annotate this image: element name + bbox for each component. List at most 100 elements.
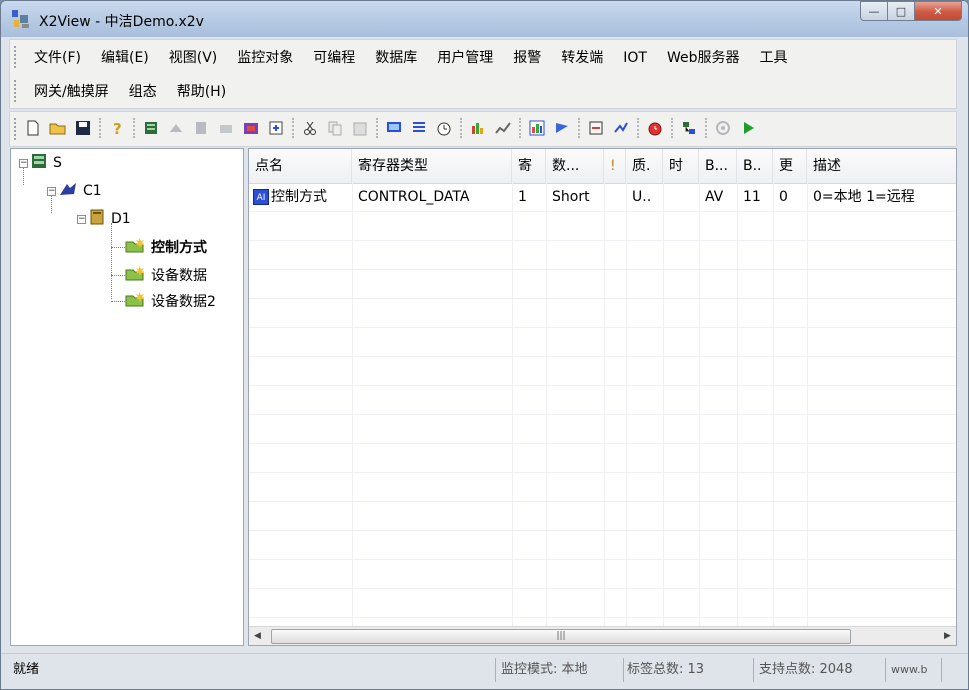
tree-node-channel[interactable]: − C1 bbox=[47, 180, 102, 202]
add-tag-icon[interactable] bbox=[217, 119, 235, 137]
graph-icon[interactable] bbox=[612, 119, 630, 137]
menu-database[interactable]: 数据库 bbox=[365, 45, 427, 71]
cut-icon[interactable] bbox=[301, 119, 319, 137]
title-bar[interactable]: X2View - 中洁Demo.x2v — □ ✕ bbox=[1, 1, 968, 37]
collapse-icon[interactable]: − bbox=[47, 186, 56, 196]
collapse-icon[interactable]: − bbox=[19, 158, 28, 168]
add-channel-icon[interactable] bbox=[167, 119, 185, 137]
minimize-icon: — bbox=[868, 4, 880, 18]
close-button[interactable]: ✕ bbox=[915, 1, 962, 21]
chart-icon[interactable] bbox=[553, 119, 571, 137]
export-icon[interactable] bbox=[587, 119, 605, 137]
column-header[interactable]: B.. bbox=[737, 149, 773, 183]
tree-node-group-device-data[interactable]: 设备数据 bbox=[125, 264, 207, 286]
empty-row bbox=[249, 444, 956, 473]
menu-iot[interactable]: IOT bbox=[613, 45, 657, 71]
toolbar-separator bbox=[99, 118, 102, 138]
tree-node-root[interactable]: − S bbox=[19, 152, 62, 174]
empty-row bbox=[249, 502, 956, 531]
column-header[interactable]: B... bbox=[699, 149, 737, 183]
table-row[interactable]: AI 控制方式 CONTROL_DATA 1 Short U.. AV 11 0… bbox=[249, 183, 956, 212]
menu-help[interactable]: 帮助(H) bbox=[167, 79, 236, 105]
scroll-right-icon[interactable]: ▶ bbox=[939, 627, 956, 645]
menu-programmable[interactable]: 可编程 bbox=[303, 45, 365, 71]
calc-icon[interactable] bbox=[528, 119, 546, 137]
monitor-icon[interactable] bbox=[385, 119, 403, 137]
copy-icon[interactable] bbox=[326, 119, 344, 137]
horizontal-scrollbar[interactable]: ◀ ||| ▶ bbox=[249, 626, 956, 645]
trend-icon[interactable] bbox=[494, 119, 512, 137]
menu-forwarder[interactable]: 转发端 bbox=[551, 45, 613, 71]
alarm-clock-icon[interactable] bbox=[646, 119, 664, 137]
menu-edit[interactable]: 编辑(E) bbox=[91, 45, 159, 71]
menu-grip[interactable] bbox=[14, 46, 19, 68]
menu-user-management[interactable]: 用户管理 bbox=[427, 45, 503, 71]
analog-point-icon: AI bbox=[253, 189, 269, 205]
toolbar-separator bbox=[519, 118, 522, 138]
toolbar-grip[interactable] bbox=[14, 118, 19, 140]
tree-node-group-control-mode[interactable]: 控制方式 bbox=[125, 236, 207, 258]
table-cell bbox=[604, 183, 626, 211]
menu-gateway-touchscreen[interactable]: 网关/触摸屏 bbox=[24, 79, 119, 105]
import-db-icon[interactable] bbox=[242, 119, 260, 137]
column-header[interactable]: 质. bbox=[626, 149, 663, 183]
open-folder-icon[interactable] bbox=[49, 119, 67, 137]
empty-row bbox=[249, 386, 956, 415]
add-server-icon[interactable] bbox=[142, 119, 160, 137]
scroll-left-icon[interactable]: ◀ bbox=[249, 627, 266, 645]
table-cell: 11 bbox=[743, 189, 761, 205]
column-header[interactable]: 点名 bbox=[249, 149, 352, 183]
maximize-button[interactable]: □ bbox=[888, 1, 915, 21]
empty-row bbox=[249, 212, 956, 241]
add-device-icon[interactable] bbox=[192, 119, 210, 137]
column-header[interactable]: 数... bbox=[546, 149, 604, 183]
save-icon[interactable] bbox=[74, 119, 92, 137]
device-icon bbox=[89, 209, 105, 229]
maximize-icon: □ bbox=[895, 4, 907, 18]
help-icon[interactable]: ? bbox=[108, 119, 126, 137]
menu-tools[interactable]: 工具 bbox=[750, 45, 798, 71]
column-header[interactable]: 寄 bbox=[512, 149, 546, 183]
disabled-gear-icon[interactable] bbox=[714, 119, 732, 137]
status-website: www.b bbox=[891, 663, 928, 676]
app-window: X2View - 中洁Demo.x2v — □ ✕ 文件(F) 编辑(E) 视图… bbox=[0, 0, 969, 690]
table-cell: U.. bbox=[632, 189, 652, 205]
properties-icon[interactable] bbox=[267, 119, 285, 137]
new-file-icon[interactable] bbox=[24, 119, 42, 137]
menu-configuration[interactable]: 组态 bbox=[119, 79, 167, 105]
tree-node-device[interactable]: − D1 bbox=[77, 208, 131, 230]
menu-web-server[interactable]: Web服务器 bbox=[657, 45, 750, 71]
column-header[interactable]: 更 bbox=[773, 149, 807, 183]
network-icon[interactable] bbox=[680, 119, 698, 137]
empty-row bbox=[249, 560, 956, 589]
point-name: 控制方式 bbox=[271, 189, 327, 205]
tree-label-group: 控制方式 bbox=[151, 240, 207, 256]
column-header[interactable]: 时 bbox=[663, 149, 699, 183]
table-cell: 0 bbox=[779, 189, 788, 205]
paste-icon[interactable] bbox=[351, 119, 369, 137]
minimize-button[interactable]: — bbox=[860, 1, 888, 21]
tree-node-group-device-data-2[interactable]: 设备数据2 bbox=[125, 290, 216, 312]
window-title: X2View - 中洁Demo.x2v bbox=[39, 14, 204, 30]
grid-header: 点名 寄存器类型 寄 数... ! 质. 时 B... B.. 更 描述 bbox=[249, 149, 956, 184]
column-header[interactable]: ! bbox=[604, 149, 626, 183]
run-icon[interactable] bbox=[739, 119, 757, 137]
menu-grip-2[interactable] bbox=[14, 80, 19, 102]
collapse-icon[interactable]: − bbox=[77, 214, 86, 224]
timer-icon[interactable] bbox=[435, 119, 453, 137]
list-view-icon[interactable] bbox=[410, 119, 428, 137]
column-header[interactable]: 描述 bbox=[807, 149, 956, 183]
scroll-thumb[interactable]: ||| bbox=[271, 629, 851, 644]
scroll-grip-icon: ||| bbox=[556, 631, 566, 641]
toolbar-separator bbox=[671, 118, 674, 138]
menu-view[interactable]: 视图(V) bbox=[159, 45, 228, 71]
column-header[interactable]: 寄存器类型 bbox=[352, 149, 512, 183]
tree-label-root: S bbox=[53, 155, 62, 171]
run-report-icon[interactable] bbox=[469, 119, 487, 137]
table-cell-name: AI 控制方式 bbox=[249, 183, 352, 211]
menu-monitor-objects[interactable]: 监控对象 bbox=[227, 45, 303, 71]
table-cell: CONTROL_DATA bbox=[358, 189, 470, 205]
empty-row bbox=[249, 299, 956, 328]
menu-alarm[interactable]: 报警 bbox=[503, 45, 551, 71]
menu-file[interactable]: 文件(F) bbox=[24, 45, 91, 71]
